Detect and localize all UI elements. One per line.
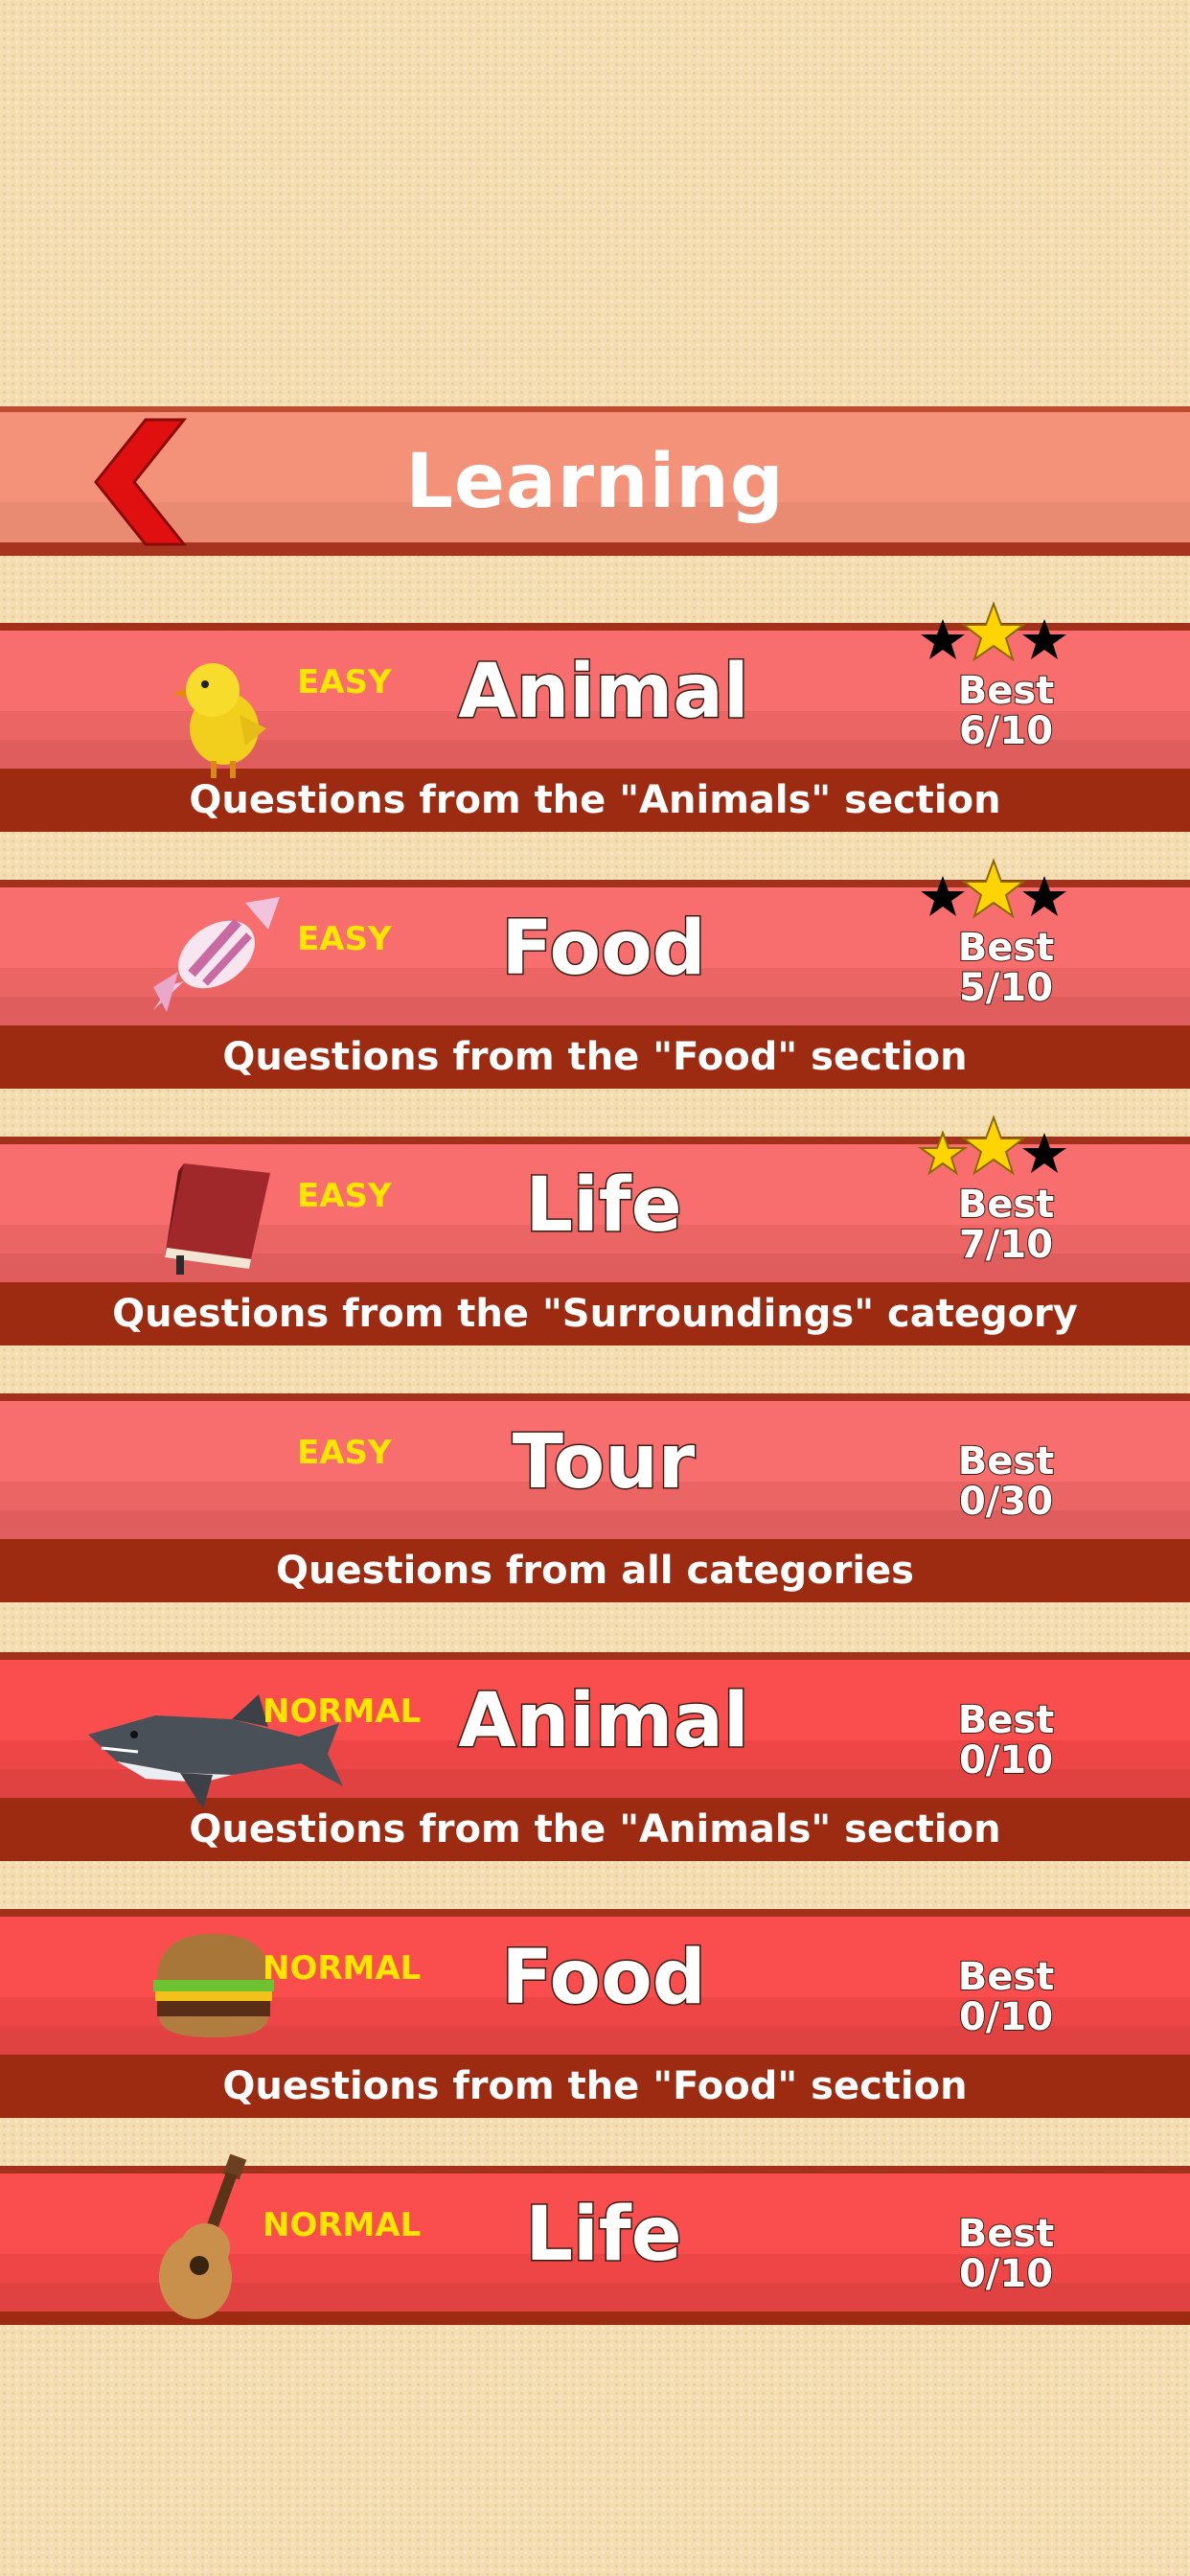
- best-label: Best: [957, 669, 1056, 713]
- category-name: Tour: [511, 1418, 696, 1507]
- book-icon: [165, 1163, 270, 1275]
- star-empty-icon: [921, 876, 965, 916]
- guitar-icon: [159, 2153, 247, 2319]
- best-value: 0/10: [958, 1995, 1054, 2039]
- chick-icon: [172, 663, 266, 778]
- card-description: Questions from all categories: [276, 1549, 914, 1593]
- card-description: Questions from the "Food" section: [222, 1035, 968, 1079]
- star-empty-icon: [921, 619, 965, 659]
- best-value: 0/10: [958, 2252, 1054, 2296]
- candy-icon: [153, 897, 280, 1012]
- card-description: Questions from the "Surroundings" catego…: [112, 1292, 1078, 1336]
- best-score: Best 0/10: [920, 1698, 1092, 1782]
- star-empty-icon: [1022, 876, 1066, 916]
- best-value: 5/10: [958, 966, 1054, 1010]
- best-value: 0/10: [958, 1738, 1054, 1782]
- best-label: Best: [957, 926, 1056, 970]
- best-label: Best: [957, 1439, 1056, 1484]
- best-score: Best 6/10: [920, 669, 1092, 753]
- difficulty-label: NORMAL: [263, 2206, 422, 2244]
- difficulty-label: EASY: [297, 1177, 392, 1215]
- category-name: Animal: [457, 648, 750, 737]
- stars-rating: [917, 1115, 1066, 1176]
- best-label: Best: [957, 2212, 1056, 2256]
- stars-rating: [921, 858, 1066, 919]
- star-filled-icon: [961, 858, 1026, 919]
- best-score: Best 0/30: [920, 1439, 1092, 1524]
- best-value: 0/30: [958, 1480, 1054, 1524]
- difficulty-label: NORMAL: [263, 1692, 422, 1731]
- category-name: Life: [524, 2191, 683, 2280]
- best-score: Best 7/10: [920, 1183, 1092, 1267]
- star-filled-icon: [917, 1130, 969, 1176]
- category-name: Food: [500, 1934, 707, 2023]
- stars-rating: [921, 601, 1066, 662]
- page-title: Learning: [405, 439, 785, 525]
- burger-icon: [153, 1934, 274, 2037]
- card-description: Questions from the "Animals" section: [189, 778, 1001, 822]
- best-label: Best: [957, 1183, 1056, 1227]
- category-name: Animal: [457, 1677, 750, 1766]
- star-filled-icon: [961, 601, 1026, 662]
- best-value: 7/10: [958, 1223, 1054, 1267]
- quiz-card-normal-animal[interactable]: NORMAL Animal Best 0/10 Questions from t…: [0, 1652, 1190, 1867]
- quiz-card-easy-animal[interactable]: EASY Animal Best 6/10 Questions from the…: [0, 601, 1190, 838]
- best-score: Best 0/10: [920, 1955, 1092, 2039]
- difficulty-label: EASY: [297, 1434, 392, 1472]
- star-empty-icon: [1022, 619, 1066, 659]
- star-filled-icon: [961, 1115, 1026, 1176]
- quiz-card-normal-life[interactable]: NORMAL Life Best 0/10: [0, 2153, 1190, 2331]
- best-label: Best: [957, 1955, 1056, 1999]
- best-score: Best 5/10: [920, 926, 1092, 1010]
- quiz-card-easy-tour[interactable]: EASY Tour Best 0/30 Questions from all c…: [0, 1393, 1190, 1608]
- best-value: 6/10: [958, 709, 1054, 753]
- category-name: Food: [500, 905, 707, 994]
- quiz-card-normal-food[interactable]: NORMAL Food Best 0/10 Questions from the…: [0, 1909, 1190, 2124]
- quiz-card-easy-life[interactable]: EASY Life Best 7/10 Questions from the "…: [0, 1115, 1190, 1351]
- best-score: Best 0/10: [920, 2212, 1092, 2296]
- difficulty-label: EASY: [297, 663, 392, 702]
- category-name: Life: [524, 1162, 683, 1251]
- star-empty-icon: [1022, 1133, 1066, 1173]
- difficulty-label: EASY: [297, 920, 392, 958]
- best-label: Best: [957, 1698, 1056, 1742]
- difficulty-label: NORMAL: [263, 1949, 422, 1988]
- card-description: Questions from the "Animals" section: [189, 1807, 1001, 1852]
- card-description: Questions from the "Food" section: [222, 2064, 968, 2108]
- quiz-card-easy-food[interactable]: EASY Food Best 5/10 Questions from the "…: [0, 858, 1190, 1094]
- screen: { "header": {"title": "Learning", "back_…: [0, 0, 1190, 2576]
